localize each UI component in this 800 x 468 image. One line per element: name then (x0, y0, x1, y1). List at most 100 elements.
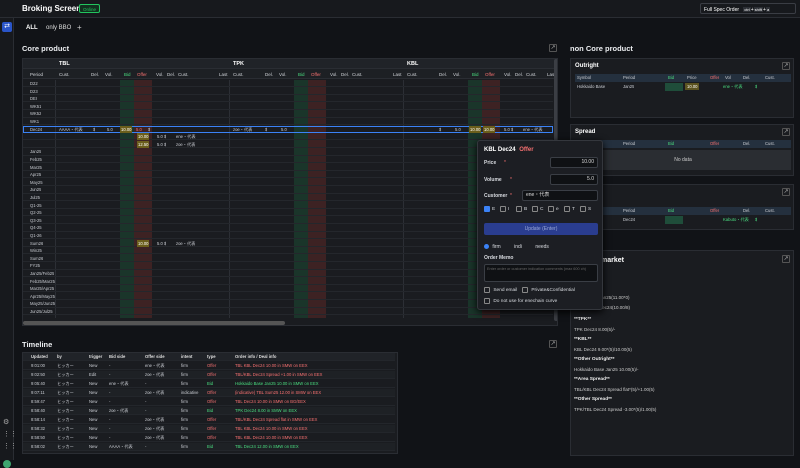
offer-cell: 5.0 (136, 126, 142, 132)
timeline-row[interactable]: 9:01:00 ヒッカー New - ene・代表 firm Offer TBL KBL De… (23, 362, 395, 370)
customer-letter-checkbox[interactable]: T (564, 206, 575, 212)
group-header-row: TBL TPK KBL (23, 59, 557, 69)
core-row[interactable]: Win25 (23, 247, 553, 255)
add-tab-button[interactable]: + (77, 23, 82, 32)
col-header: Vol. (279, 72, 287, 77)
horizontal-scrollbar[interactable] (23, 321, 285, 325)
cust-cell: ene・代表 (176, 134, 196, 140)
price-input[interactable]: 10.00 (550, 157, 598, 168)
customer-select[interactable]: ene・代表 (522, 190, 598, 201)
swap-icon[interactable]: ⇄ (2, 22, 12, 32)
timeline-row[interactable]: 8:58:32 ヒッカー New - zoe・代表 firm Offer TBL KBL De… (23, 425, 395, 433)
open-external-icon[interactable]: ↗ (782, 128, 790, 136)
memo-textarea[interactable]: Enter order or customer indication comme… (484, 264, 598, 282)
core-row[interactable]: DEI (23, 95, 553, 103)
col-header: Cust. (59, 72, 70, 77)
col-header: trigger (89, 354, 103, 359)
open-external-icon[interactable]: ↗ (549, 44, 557, 52)
radio-needs-label[interactable]: needs (535, 244, 549, 250)
col-header: Vol. (504, 72, 512, 77)
timeline-row[interactable]: 8:58:40 ヒッカー New zoe・代表 - firm Bid TPK Dec24 8.… (23, 407, 395, 415)
customer-letter-checkbox[interactable]: e (548, 206, 559, 212)
vol-cell: 5.0 (281, 126, 287, 132)
core-row[interactable]: WK1 (23, 118, 553, 126)
core-row[interactable]: FY25 (23, 262, 553, 270)
core-row[interactable]: Jul25 (23, 194, 553, 202)
apps-grid-icon[interactable]: ⋮⋮ (3, 430, 17, 438)
customer-letter-checkbox[interactable]: E (484, 206, 495, 212)
timeline-row[interactable]: 8:58:14 ヒッカー New - zoe・代表 firm Offer TBL/KBL De… (23, 416, 395, 424)
timeline-row[interactable]: 8:58:02 ヒッカー New AAAA・代表 - firm Bid TBL Dec24 1… (23, 443, 395, 451)
checkbox-icon (516, 206, 522, 212)
core-row[interactable]: Mar25 (23, 164, 553, 171)
core-row[interactable]: Mar25/Apr25 (23, 285, 553, 293)
timeline-cell: firm (181, 399, 188, 404)
timeline-cell: 9:01:00 (31, 363, 45, 368)
core-row[interactable]: May25/Jun25 (23, 300, 553, 308)
core-row[interactable]: WK52 (23, 110, 553, 118)
timeline-row[interactable]: 9:05:40 ヒッカー New ene・代表 - firm Bid Hokkaido Bas… (23, 380, 395, 388)
radio-firm-icon[interactable] (484, 244, 489, 250)
core-row[interactable]: Jun25 (23, 186, 553, 194)
timeline-row[interactable]: 9:07:11 ヒッカー New - zoe・代表 indicative Offer (ind… (23, 389, 395, 397)
col-header: intent (181, 354, 193, 359)
full-spec-order-button[interactable]: Full Spec Order ctrl+shift+a (700, 3, 796, 14)
area-row[interactable]: Dec24 Kabuto・代表 $ (575, 216, 791, 224)
outright-row[interactable]: Hokkaido Base Jan25 10.00 ene・代表 $ (575, 83, 791, 91)
core-row[interactable]: May25 (23, 179, 553, 186)
open-external-icon[interactable]: ↗ (782, 188, 790, 196)
update-button[interactable]: Update (Enter) (484, 223, 598, 235)
core-row[interactable]: Q4-25 (23, 224, 553, 232)
letter-label: T (572, 207, 575, 213)
bid-cell: 10.00 (137, 133, 150, 141)
core-row[interactable]: Apr25/May25 (23, 293, 553, 300)
market-line: Dec24(10.00/8) (599, 305, 631, 310)
customer-letter-checkbox[interactable]: S (580, 206, 591, 212)
avatar[interactable] (3, 460, 11, 468)
core-row[interactable]: D23 (23, 88, 553, 95)
volume-input[interactable]: 5.0 (550, 174, 598, 185)
timeline-cell: - (109, 363, 111, 368)
grid-icon[interactable]: ⋮⋮ (3, 442, 17, 450)
core-row[interactable] (23, 141, 553, 148)
core-row[interactable]: Q3-25 (23, 217, 553, 224)
open-external-icon[interactable]: ↗ (782, 255, 790, 263)
customer-letter-checkbox[interactable]: C (532, 206, 543, 212)
col-header: Bid (124, 72, 131, 77)
core-row[interactable]: Feb25 (23, 156, 553, 164)
core-row[interactable]: Q2-25 (23, 209, 553, 217)
core-row[interactable]: Apr25 (23, 171, 553, 179)
customer-letter-checkbox[interactable]: I (500, 206, 509, 212)
core-row[interactable]: D22 (23, 80, 553, 88)
radio-indi-label[interactable]: indi (514, 244, 522, 250)
core-row[interactable]: Jan25/Feb25 (23, 270, 553, 278)
private-checkbox[interactable]: Private&Confidential (522, 287, 575, 293)
core-row[interactable]: Q1-25 (23, 202, 553, 209)
core-row[interactable]: Sum26 (23, 240, 553, 247)
open-external-icon[interactable]: ↗ (782, 62, 790, 70)
timeline-row[interactable]: 9:02:50 ヒッカー Edit - zoe・代表 firm Offer TBL/KBL D… (23, 371, 395, 379)
tab-all[interactable]: ALL (26, 25, 38, 31)
settings-icon[interactable]: ⚙ (3, 418, 9, 426)
no-curve-checkbox[interactable]: Do not use for enechain curve (484, 298, 557, 304)
core-row[interactable] (23, 133, 553, 141)
customer-letter-checkbox[interactable]: B (516, 206, 527, 212)
core-row[interactable]: WK51 (23, 103, 553, 110)
timeline-cell: indicative (181, 390, 199, 395)
period-cell: Sum26 (30, 240, 44, 246)
core-row[interactable]: Feb25/Mar25 (23, 278, 553, 285)
core-row[interactable]: Jan25 (23, 148, 553, 156)
core-row[interactable]: Q1-26 (23, 232, 553, 240)
timeline-row[interactable]: 8:59:47 ヒッカー New - - firm Offer TBL Dec24 10.00… (23, 398, 395, 406)
open-external-icon[interactable]: ↗ (549, 340, 557, 348)
checkbox-icon (564, 206, 570, 212)
spread-card: Spread ↗ Period Bid Offer Del. Cust. No … (570, 124, 794, 176)
tab-only-bbo[interactable]: only BBO (46, 25, 71, 31)
send-email-checkbox[interactable]: Send email (484, 287, 517, 293)
col-header: Del. (743, 75, 751, 80)
timeline-row[interactable]: 8:58:50 ヒッカー New - zoe・代表 firm Offer TBL KBL De… (23, 434, 395, 442)
col-header: Vol. (105, 72, 113, 77)
core-row[interactable]: Jun25/Jul25 (23, 308, 553, 316)
timeline-cell: ヒッカー (57, 408, 74, 413)
core-row[interactable]: Sum26 (23, 255, 553, 262)
